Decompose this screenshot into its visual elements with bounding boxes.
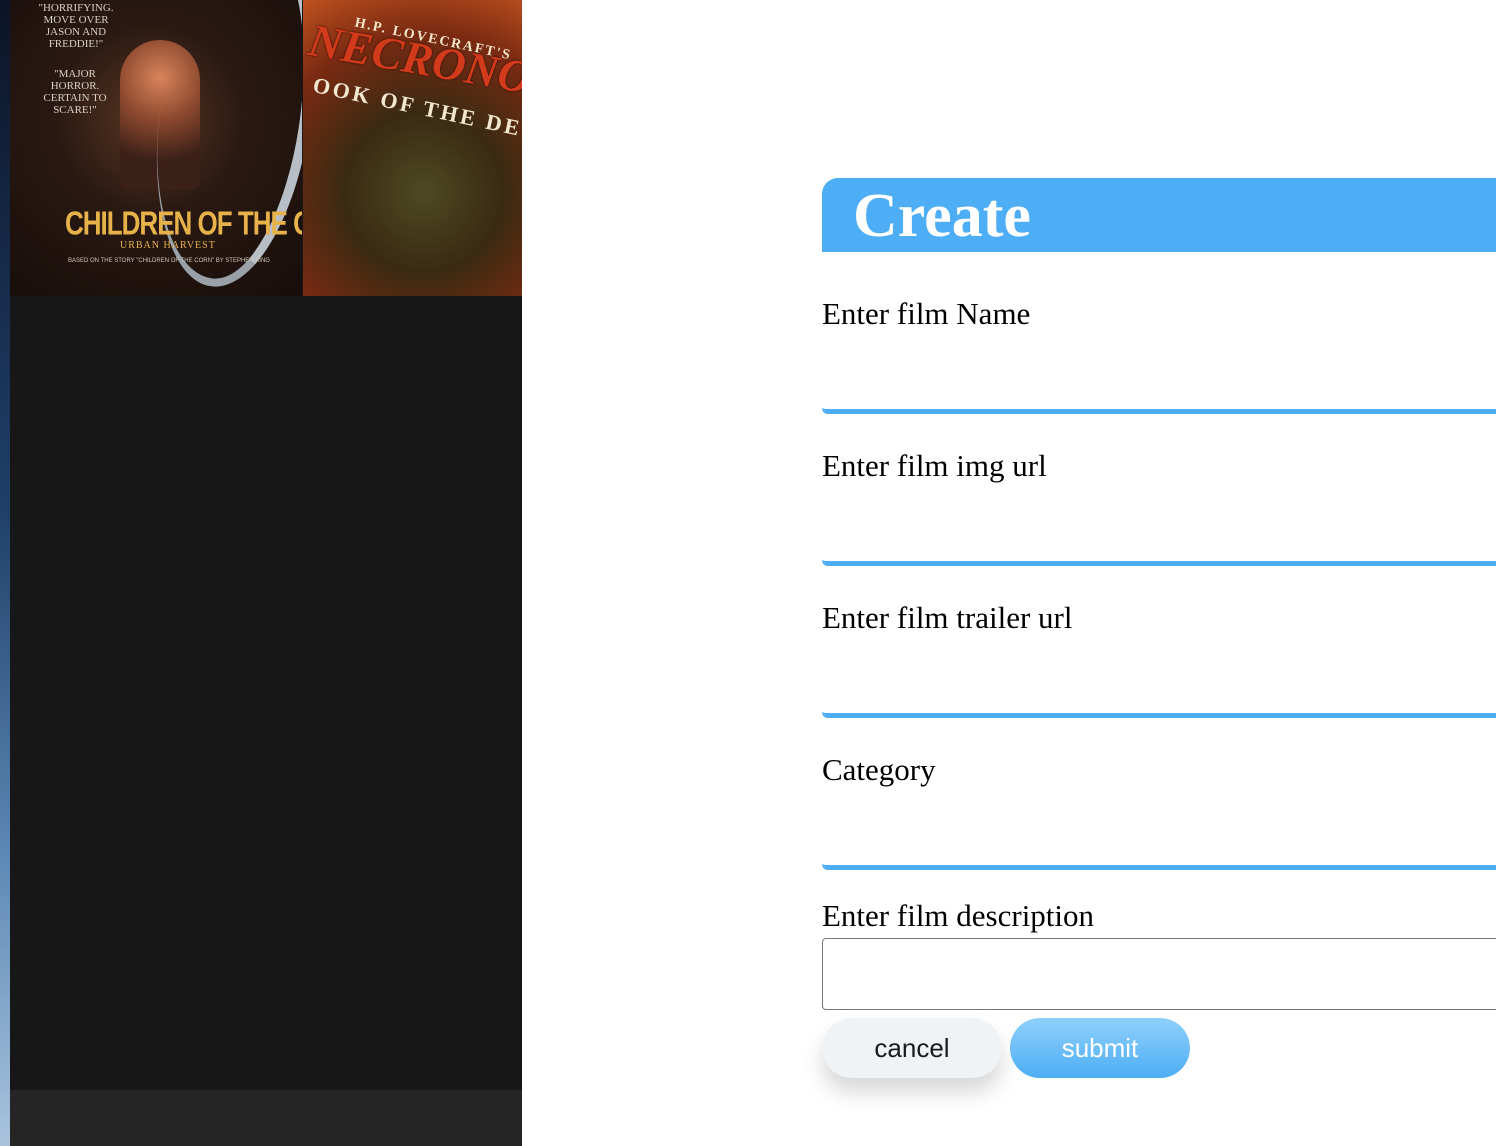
poster-title: CHILDREN OF THE CORN III: [65, 203, 302, 243]
film-img-url-label: Enter film img url: [822, 448, 1047, 483]
desktop-wallpaper-strip: [0, 0, 10, 1146]
poster-subtitle: URBAN HARVEST: [120, 240, 216, 251]
left-panel-footer: [10, 1090, 522, 1146]
category-field: Category: [822, 750, 1496, 902]
film-img-url-input[interactable]: [822, 496, 1496, 566]
poster-gallery: "HORRIFYING. MOVE OVER JASON AND FREDDIE…: [10, 0, 522, 296]
film-name-input[interactable]: [822, 344, 1496, 414]
poster-necronomicon[interactable]: H.P. LOVECRAFT'S NECRONOMIC OOK OF THE D…: [303, 0, 522, 296]
film-trailer-url-label: Enter film trailer url: [822, 600, 1073, 635]
form-title: Create: [853, 182, 1031, 250]
poster-children-of-the-corn[interactable]: "HORRIFYING. MOVE OVER JASON AND FREDDIE…: [10, 0, 302, 296]
film-img-url-field: Enter film img url: [822, 446, 1496, 598]
submit-button[interactable]: submit: [1010, 1018, 1190, 1078]
cancel-button[interactable]: cancel: [822, 1018, 1002, 1078]
category-label: Category: [822, 752, 936, 787]
form-header: Create: [822, 178, 1496, 252]
film-description-label: Enter film description: [822, 898, 1095, 933]
create-film-form: Create Enter film Name Enter film img ur…: [822, 178, 1496, 1078]
category-input[interactable]: [822, 800, 1496, 870]
poster-quote-top: "HORRIFYING. MOVE OVER JASON AND FREDDIE…: [38, 2, 114, 50]
film-trailer-url-field: Enter film trailer url: [822, 598, 1496, 750]
poster-credit: BASED ON THE STORY "CHILDREN OF THE CORN…: [68, 258, 270, 264]
left-panel: "HORRIFYING. MOVE OVER JASON AND FREDDIE…: [10, 0, 522, 1146]
film-name-label: Enter film Name: [822, 296, 1031, 331]
film-trailer-url-input[interactable]: [822, 648, 1496, 718]
film-name-field: Enter film Name: [822, 294, 1496, 446]
film-description-input[interactable]: [822, 938, 1496, 1010]
poster-quote-mid: "MAJOR HORROR. CERTAIN TO SCARE!": [43, 68, 107, 116]
